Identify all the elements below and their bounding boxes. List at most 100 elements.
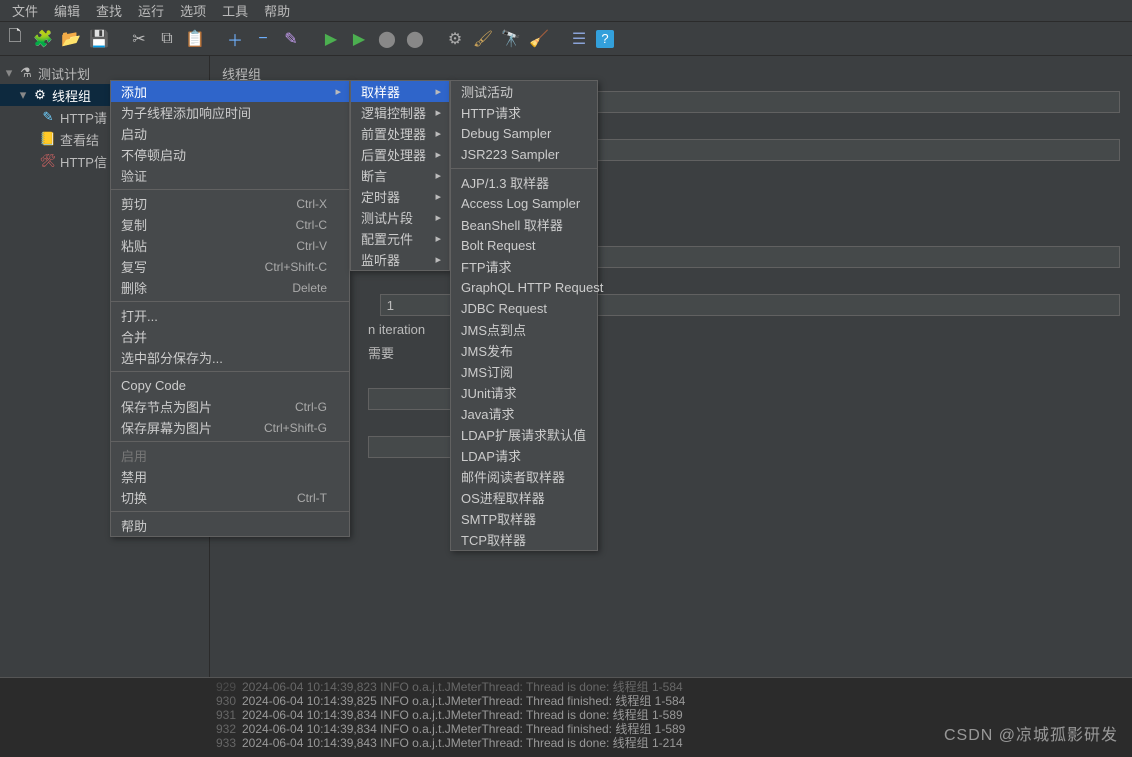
menu-item[interactable]: Bolt Request xyxy=(451,235,597,256)
menu-item[interactable]: 取样器 xyxy=(351,81,449,102)
run-no-pause-icon[interactable]: ▶ xyxy=(348,28,370,50)
menu-item[interactable]: 删除Delete xyxy=(111,277,349,298)
menu-item[interactable]: JMS点到点 xyxy=(451,319,597,340)
menu-帮助[interactable]: 帮助 xyxy=(256,0,298,22)
menu-separator xyxy=(111,301,349,302)
menu-item-label: JDBC Request xyxy=(461,301,547,316)
shutdown-icon[interactable]: ⬤ xyxy=(404,28,426,50)
run-icon[interactable]: ▶ xyxy=(320,28,342,50)
help-icon[interactable]: ? xyxy=(596,30,614,48)
menu-item[interactable]: 监听器 xyxy=(351,249,449,270)
menu-item[interactable]: Access Log Sampler xyxy=(451,193,597,214)
copy-icon[interactable]: ⧉ xyxy=(156,28,178,50)
cut-icon[interactable]: ✂ xyxy=(128,28,150,50)
shortcut-label: Ctrl+Shift-G xyxy=(264,421,327,435)
menu-item[interactable]: 验证 xyxy=(111,165,349,186)
menu-查找[interactable]: 查找 xyxy=(88,0,130,22)
shortcut-label: Ctrl+Shift-C xyxy=(265,260,327,274)
menu-选项[interactable]: 选项 xyxy=(172,0,214,22)
clear-icon[interactable]: ⚙ xyxy=(444,28,466,50)
shortcut-label: Delete xyxy=(292,281,327,295)
menu-item[interactable]: 不停顿启动 xyxy=(111,144,349,165)
menu-item[interactable]: Debug Sampler xyxy=(451,123,597,144)
menu-item[interactable]: Java请求 xyxy=(451,403,597,424)
menu-文件[interactable]: 文件 xyxy=(4,0,46,22)
menu-item[interactable]: JUnit请求 xyxy=(451,382,597,403)
menu-item[interactable]: 测试片段 xyxy=(351,207,449,228)
menu-item[interactable]: 切换Ctrl-T xyxy=(111,487,349,508)
menu-item[interactable]: JDBC Request xyxy=(451,298,597,319)
menu-item[interactable]: 测试活动 xyxy=(451,81,597,102)
menu-item-label: OS进程取样器 xyxy=(461,488,545,507)
menu-item[interactable]: 前置处理器 xyxy=(351,123,449,144)
menu-item[interactable]: 粘贴Ctrl-V xyxy=(111,235,349,256)
clear-all-icon[interactable]: 🖌 xyxy=(472,28,494,50)
menu-item[interactable]: 帮助 xyxy=(111,515,349,536)
menu-item[interactable]: JMS订阅 xyxy=(451,361,597,382)
menu-item[interactable]: 邮件阅读者取样器 xyxy=(451,466,597,487)
expand-icon[interactable]: ＋ xyxy=(224,28,246,50)
menu-item[interactable]: 配置元件 xyxy=(351,228,449,249)
template-icon[interactable]: 🧩 xyxy=(32,28,54,50)
menu-item-label: 逻辑控制器 xyxy=(361,103,426,122)
menu-item[interactable]: LDAP扩展请求默认值 xyxy=(451,424,597,445)
tree-label: HTTP请 xyxy=(60,108,107,127)
menu-item[interactable]: BeanShell 取样器 xyxy=(451,214,597,235)
search-icon[interactable]: 🔭 xyxy=(500,28,522,50)
menu-item[interactable]: 复写 Ctrl+Shift-C xyxy=(111,256,349,277)
paste-icon[interactable]: 📋 xyxy=(184,28,206,50)
menu-item[interactable]: AJP/1.3 取样器 xyxy=(451,172,597,193)
collapse-icon[interactable]: − xyxy=(252,28,274,50)
menu-item[interactable]: TCP取样器 xyxy=(451,529,597,550)
menu-item[interactable]: Copy Code xyxy=(111,375,349,396)
menu-item-label: JMS点到点 xyxy=(461,320,526,339)
menu-item[interactable]: LDAP请求 xyxy=(451,445,597,466)
menu-item-label: 复写 xyxy=(121,257,147,276)
menu-item[interactable]: 添加 xyxy=(111,81,349,102)
menu-item-label: 定时器 xyxy=(361,187,400,206)
wrench-icon: 🛠 xyxy=(40,153,56,169)
book-icon: 📒 xyxy=(40,131,56,147)
save-icon[interactable]: 💾 xyxy=(88,28,110,50)
chevron-down-icon[interactable] xyxy=(4,65,14,81)
menu-item[interactable]: SMTP取样器 xyxy=(451,508,597,529)
menu-工具[interactable]: 工具 xyxy=(214,0,256,22)
stop-icon[interactable]: ⬤ xyxy=(376,28,398,50)
menu-item[interactable]: 定时器 xyxy=(351,186,449,207)
menu-item[interactable]: 为子线程添加响应时间 xyxy=(111,102,349,123)
new-icon[interactable]: 🗋 xyxy=(4,28,26,50)
menu-运行[interactable]: 运行 xyxy=(130,0,172,22)
menu-item[interactable]: JSR223 Sampler xyxy=(451,144,597,165)
menu-item-label: 验证 xyxy=(121,166,147,185)
menu-item[interactable]: 复制Ctrl-C xyxy=(111,214,349,235)
menu-item[interactable]: 启动 xyxy=(111,123,349,144)
chevron-down-icon[interactable] xyxy=(18,87,28,103)
menu-item[interactable]: FTP请求 xyxy=(451,256,597,277)
menu-item[interactable]: 后置处理器 xyxy=(351,144,449,165)
menu-item[interactable]: 保存节点为图片Ctrl-G xyxy=(111,396,349,417)
submenu-add: 取样器逻辑控制器前置处理器后置处理器断言定时器测试片段配置元件监听器 xyxy=(350,80,450,271)
shortcut-label: Ctrl-V xyxy=(296,239,327,253)
menu-item-label: BeanShell 取样器 xyxy=(461,215,563,234)
menu-item[interactable]: GraphQL HTTP Request xyxy=(451,277,597,298)
log-line: 9312024-06-04 10:14:39,834 INFO o.a.j.t.… xyxy=(204,708,1132,722)
menu-item[interactable]: 保存屏幕为图片Ctrl+Shift-G xyxy=(111,417,349,438)
menu-编辑[interactable]: 编辑 xyxy=(46,0,88,22)
menu-item[interactable]: OS进程取样器 xyxy=(451,487,597,508)
menu-item[interactable]: 选中部分保存为... xyxy=(111,347,349,368)
menu-item[interactable]: 合并 xyxy=(111,326,349,347)
menu-item[interactable]: HTTP请求 xyxy=(451,102,597,123)
toggle-icon[interactable]: ✎ xyxy=(280,28,302,50)
function-helper-icon[interactable]: ☰ xyxy=(568,28,590,50)
menu-item[interactable]: 打开... xyxy=(111,305,349,326)
reset-search-icon[interactable]: 🧹 xyxy=(528,28,550,50)
tree-label: 查看结 xyxy=(60,130,99,149)
tree-label: HTTP信 xyxy=(60,152,107,171)
menu-item[interactable]: 剪切Ctrl-X xyxy=(111,193,349,214)
menu-separator xyxy=(111,441,349,442)
menu-item[interactable]: 断言 xyxy=(351,165,449,186)
menu-item[interactable]: JMS发布 xyxy=(451,340,597,361)
menu-item[interactable]: 逻辑控制器 xyxy=(351,102,449,123)
open-icon[interactable]: 📂 xyxy=(60,28,82,50)
menu-item[interactable]: 禁用 xyxy=(111,466,349,487)
